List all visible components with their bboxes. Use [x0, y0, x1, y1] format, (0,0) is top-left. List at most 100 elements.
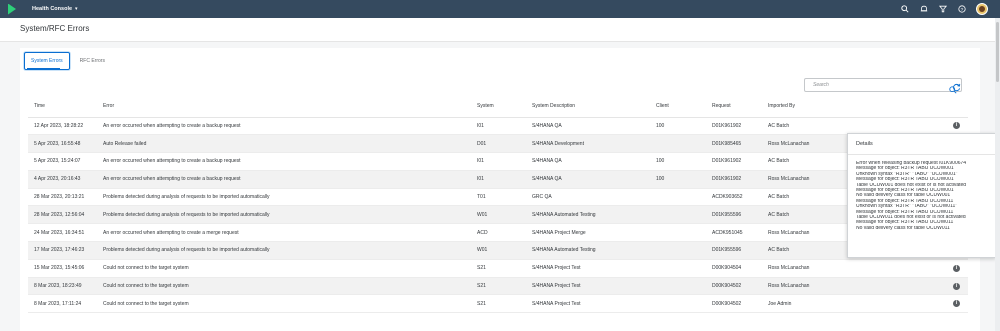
column-header-imported-by[interactable]: Imported By: [762, 96, 942, 118]
shell-bar: Health Console ▾ ?: [0, 0, 1000, 18]
details-popover: Details Error when releasing backup requ…: [847, 133, 996, 258]
page-title: System/RFC Errors: [20, 24, 90, 33]
cell-request: D00K904504: [706, 259, 762, 278]
cell-system: I01: [471, 170, 526, 189]
column-header-system-description[interactable]: System Description: [526, 96, 650, 118]
table-row[interactable]: 5 Apr 2023, 15:24:07 An error occurred wh…: [28, 152, 968, 171]
cell-request: ACDK903652: [706, 188, 762, 207]
cell-error: Problems detected during analysis of req…: [97, 241, 471, 260]
cell-system: ACD: [471, 223, 526, 243]
cell-time: 15 Mar 2023, 15:45:06: [28, 259, 97, 278]
table-row[interactable]: 24 Mar 2023, 16:34:51 An error occurred w…: [28, 223, 968, 243]
cell-description: GRC QA: [526, 188, 650, 207]
column-header-request[interactable]: Request: [706, 96, 762, 118]
divider: [848, 154, 995, 155]
scroll-thumb[interactable]: [996, 22, 999, 82]
cell-description: S/4HANA Automated Testing: [526, 205, 650, 225]
search-placeholder: Search: [813, 82, 829, 88]
table-row[interactable]: 12 Apr 2023, 18:28:22 An error occurred w…: [28, 117, 968, 136]
cell-error: An error occurred when attempting to cre…: [97, 117, 471, 136]
cell-client: [650, 259, 706, 278]
cell-error: An error occurred when attempting to cre…: [97, 170, 471, 189]
cell-description: S/4HANA Automated Testing: [526, 241, 650, 260]
cell-details: i: [942, 277, 968, 296]
cell-description: S/4HANA Project Merge: [526, 223, 650, 243]
active-tab-indicator: [27, 68, 60, 69]
cell-error: Could not connect to the target system: [97, 294, 471, 314]
cell-request: D00K904502: [706, 277, 762, 296]
cell-system: D01: [471, 134, 526, 154]
column-header-system[interactable]: System: [471, 96, 526, 118]
tab-rfc-errors[interactable]: RFC Errors: [74, 52, 111, 70]
table-row[interactable]: 28 Mar 2023, 20:13:21 Problems detected d…: [28, 188, 968, 207]
cell-time: 5 Apr 2023, 16:55:48: [28, 134, 97, 154]
info-icon[interactable]: i: [953, 264, 960, 272]
search-icon[interactable]: [900, 4, 910, 14]
scrollbar[interactable]: [995, 18, 1000, 331]
table-row[interactable]: 5 Apr 2023, 16:55:48 Auto Release failed D…: [28, 134, 968, 154]
info-icon[interactable]: i: [953, 300, 960, 308]
popover-line: No valid delivery class for table UCUW01…: [856, 225, 950, 231]
cell-time: 28 Mar 2023, 20:13:21: [28, 188, 97, 207]
info-icon[interactable]: i: [953, 122, 960, 130]
cell-error: An error occurred when attempting to cre…: [97, 223, 471, 243]
popover-body: Error when releasing backup request I01K…: [856, 161, 994, 231]
app-title[interactable]: Health Console: [32, 6, 72, 12]
user-avatar[interactable]: [976, 3, 988, 15]
popover-title: Details: [856, 141, 873, 147]
search-input[interactable]: Search: [804, 78, 962, 94]
cell-time: 17 Mar 2023, 17:46:23: [28, 241, 97, 260]
table-row[interactable]: 8 Mar 2023, 17:11:24 Could not connect to…: [28, 294, 968, 314]
cell-description: S/4HANA Project Test: [526, 277, 650, 296]
cell-details: i: [942, 294, 968, 314]
chevron-down-icon[interactable]: ▾: [75, 6, 78, 12]
cell-system: S21: [471, 294, 526, 314]
cell-error: Auto Release failed: [97, 134, 471, 154]
table-header-row: Time Error System System Description Cli…: [28, 96, 968, 118]
cell-description: S/4HANA Project Test: [526, 259, 650, 278]
table-row[interactable]: 8 Mar 2023, 18:23:49 Could not connect to…: [28, 277, 968, 296]
info-icon[interactable]: i: [953, 282, 960, 290]
help-icon[interactable]: ?: [957, 4, 967, 14]
cell-client: [650, 188, 706, 207]
cell-client: [650, 205, 706, 225]
svg-text:?: ?: [961, 7, 964, 13]
cell-description: S/4HANA QA: [526, 152, 650, 171]
cell-time: 5 Apr 2023, 15:24:07: [28, 152, 97, 171]
table-row[interactable]: 4 Apr 2023, 20:16:43 An error occurred wh…: [28, 170, 968, 189]
table-row[interactable]: 15 Mar 2023, 15:45:06 Could not connect t…: [28, 259, 968, 278]
table-row[interactable]: 28 Mar 2023, 12:56:04 Problems detected d…: [28, 205, 968, 225]
column-header-details: [942, 96, 968, 118]
cell-client: [650, 223, 706, 243]
cell-request: D01K961902: [706, 152, 762, 171]
filter-icon[interactable]: [938, 4, 948, 14]
cell-request: D00K904502: [706, 294, 762, 314]
cell-time: 4 Apr 2023, 20:16:43: [28, 170, 97, 189]
cell-client: 100: [650, 170, 706, 189]
table-row[interactable]: 17 Mar 2023, 17:46:23 Problems detected d…: [28, 241, 968, 260]
cell-request: D01K955596: [706, 241, 762, 260]
bell-icon[interactable]: [919, 4, 929, 14]
column-header-client[interactable]: Client: [650, 96, 706, 118]
refresh-icon[interactable]: [952, 79, 961, 97]
cell-description: S/4HANA QA: [526, 117, 650, 136]
cell-request: D01K961902: [706, 170, 762, 189]
cell-client: 100: [650, 152, 706, 171]
cell-time: 8 Mar 2023, 18:23:49: [28, 277, 97, 296]
column-header-error[interactable]: Error: [97, 96, 471, 118]
cell-client: [650, 294, 706, 314]
cell-error: An error occurred when attempting to cre…: [97, 152, 471, 171]
cell-description: S/4HANA Project Test: [526, 294, 650, 314]
cell-imported-by: Ross McLanachan: [762, 259, 942, 278]
cell-system: W01: [471, 241, 526, 260]
cell-system: S21: [471, 259, 526, 278]
cell-error: Problems detected during analysis of req…: [97, 188, 471, 207]
column-header-time[interactable]: Time: [28, 96, 97, 118]
cell-description: S/4HANA Development: [526, 134, 650, 154]
cell-system: T01: [471, 188, 526, 207]
cell-client: 100: [650, 117, 706, 136]
cell-error: Problems detected during analysis of req…: [97, 205, 471, 225]
cell-error: Could not connect to the target system: [97, 259, 471, 278]
cell-client: [650, 277, 706, 296]
cell-system: S21: [471, 277, 526, 296]
